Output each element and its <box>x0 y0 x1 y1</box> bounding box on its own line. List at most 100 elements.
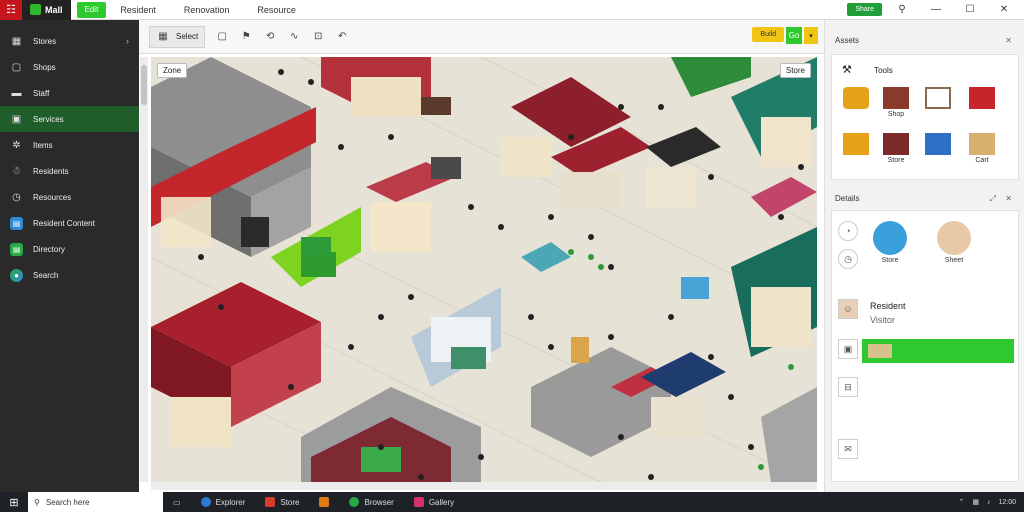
asset-thumb <box>843 87 869 109</box>
asset-item[interactable] <box>962 87 1002 111</box>
search-icon: ⚲ <box>34 497 40 507</box>
sheet-thumb <box>937 221 971 255</box>
lasso-tool-icon[interactable]: ∿ <box>287 30 301 44</box>
history-icon[interactable]: ◷ <box>838 249 858 269</box>
asset-thumb <box>843 133 869 155</box>
text-tool-icon[interactable]: ⊡ <box>311 30 325 44</box>
sidebar-item-search[interactable]: ● Search <box>0 262 139 288</box>
asset-item[interactable] <box>836 87 876 111</box>
info-icon[interactable]: ◔ <box>838 221 858 241</box>
sidebar-item-staff[interactable]: ▬ Staff <box>0 80 139 106</box>
explorer-icon <box>200 497 211 507</box>
globe-icon: ● <box>10 268 23 282</box>
maximize-icon[interactable]: ☐ <box>956 4 984 15</box>
close-panel-icon[interactable]: ✕ <box>1005 194 1012 203</box>
asset-thumb <box>925 133 951 155</box>
tray-chevron-icon[interactable]: ⌃ <box>958 498 964 506</box>
scrollbar-thumb[interactable] <box>141 65 147 105</box>
selected-item-icon <box>868 344 892 358</box>
minimize-icon[interactable]: — <box>922 4 950 15</box>
chevron-down-icon[interactable]: ▾ <box>804 27 818 44</box>
menu-button[interactable]: ☷ <box>0 0 22 20</box>
selected-row[interactable] <box>862 339 1014 363</box>
person-icon: ☃ <box>12 165 21 177</box>
search-icon[interactable]: ⚲ <box>888 4 916 15</box>
tab-renovation[interactable]: Renovation <box>170 5 244 15</box>
tab-resource[interactable]: Resource <box>243 5 310 15</box>
details-panel-title: Details <box>835 194 860 203</box>
vertical-scrollbar[interactable] <box>140 57 148 482</box>
grid-icon: ▦ <box>11 35 22 47</box>
volume-icon[interactable]: ♪ <box>987 499 991 506</box>
top-bar: ☷ Mall Edit Resident Renovation Resource… <box>0 0 1024 20</box>
sidebar-item-resident-content[interactable]: ▤ Resident Content <box>0 210 139 236</box>
tab-edit[interactable]: Edit <box>76 1 107 18</box>
asset-item[interactable] <box>918 87 958 111</box>
taskbar-search[interactable]: ⚲ Search here <box>28 492 163 512</box>
right-panel: Assets ✕ ⚒ Tools Shop Store Cart Details… <box>824 20 1024 492</box>
assets-panel: ⚒ Tools Shop Store Cart <box>831 54 1019 180</box>
envelope-icon[interactable]: ✉ <box>838 439 858 459</box>
rotate-tool-icon[interactable]: ⟲ <box>263 30 277 44</box>
assets-subtitle: Tools <box>874 66 893 75</box>
taskbar-item-browser[interactable]: Browser <box>339 497 403 507</box>
sheet-preview[interactable]: Sheet <box>934 221 974 264</box>
tag-icon: ✲ <box>12 139 21 151</box>
chevron-right-icon: › <box>126 36 129 46</box>
sidebar: ▦ Stores › ▢ Shops ▬ Staff ▣ Services ✲ Items … <box>0 20 139 492</box>
sidebar-item-shops[interactable]: ▢ Shops <box>0 54 139 80</box>
list-icon: ▬ <box>11 87 22 99</box>
browser-icon <box>349 497 360 507</box>
start-icon[interactable]: ⊞ <box>0 496 28 509</box>
asset-item[interactable]: Cart <box>962 133 1002 164</box>
network-icon[interactable]: ▦ <box>972 498 979 506</box>
store-icon <box>265 497 276 507</box>
asset-thumb <box>969 133 995 155</box>
taskbar-item-folder[interactable] <box>309 497 339 507</box>
asset-thumb <box>969 87 995 109</box>
asset-thumb <box>883 87 909 109</box>
folder-icon <box>319 497 330 507</box>
store-badge[interactable]: Store <box>779 63 811 78</box>
gallery-icon <box>413 497 424 507</box>
tab-resident[interactable]: Resident <box>106 5 170 15</box>
avatar[interactable]: ☺ <box>838 299 858 319</box>
sidebar-item-items[interactable]: ✲ Items <box>0 132 139 158</box>
zone-badge[interactable]: Zone <box>157 63 188 78</box>
sidebar-item-residents[interactable]: ☃ Residents <box>0 158 139 184</box>
panel-icon[interactable]: ▣ <box>838 339 858 359</box>
clock[interactable]: 12:00 <box>998 499 1016 506</box>
sidebar-item-stores[interactable]: ▦ Stores › <box>0 28 139 54</box>
share-button[interactable]: Share <box>847 3 882 16</box>
taskbar-item-explorer[interactable]: Explorer <box>191 497 256 507</box>
taskbar-item-task-view[interactable]: ▭ <box>163 498 191 507</box>
asset-item[interactable]: Shop <box>876 87 916 118</box>
sidebar-item-directory[interactable]: ▤ Directory <box>0 236 139 262</box>
sidebar-item-services[interactable]: ▣ Services <box>0 106 139 132</box>
expand-icon[interactable]: ⤢ <box>990 194 996 204</box>
select-tool[interactable]: ▦ Select <box>149 25 206 48</box>
undo-icon[interactable]: ↶ <box>335 30 349 44</box>
sidebar-item-resources[interactable]: ◷ Resources <box>0 184 139 210</box>
taskbar-item-gallery[interactable]: Gallery <box>404 497 464 507</box>
rectangle-tool-icon[interactable]: ▢ <box>215 30 229 44</box>
asset-item[interactable] <box>918 133 958 157</box>
horizontal-scrollbar[interactable] <box>151 482 817 490</box>
panel-icon: ▣ <box>11 113 22 125</box>
tools-icon: ⚒ <box>842 64 852 76</box>
asset-item[interactable] <box>836 133 876 157</box>
go-button[interactable]: Go <box>786 27 802 44</box>
build-button[interactable]: Build <box>752 27 784 42</box>
toolbar: ▦ Select ▢ ⚑ ⟲ ∿ ⊡ ↶ Build Go ▾ <box>139 20 824 54</box>
asset-thumb <box>883 133 909 155</box>
close-icon[interactable]: ✕ <box>990 4 1018 15</box>
collapse-icon[interactable]: ✕ <box>1005 36 1012 45</box>
edit-icon[interactable]: ⊟ <box>838 377 858 397</box>
asset-item[interactable]: Store <box>876 133 916 164</box>
mall-map-canvas[interactable]: Zone Store <box>151 57 817 482</box>
flag-tool-icon[interactable]: ⚑ <box>239 30 253 44</box>
store-preview[interactable]: Store <box>870 221 910 264</box>
app-title: Mall <box>22 0 71 20</box>
clock-icon: ◷ <box>12 191 21 203</box>
taskbar-item-store[interactable]: Store <box>255 497 309 507</box>
